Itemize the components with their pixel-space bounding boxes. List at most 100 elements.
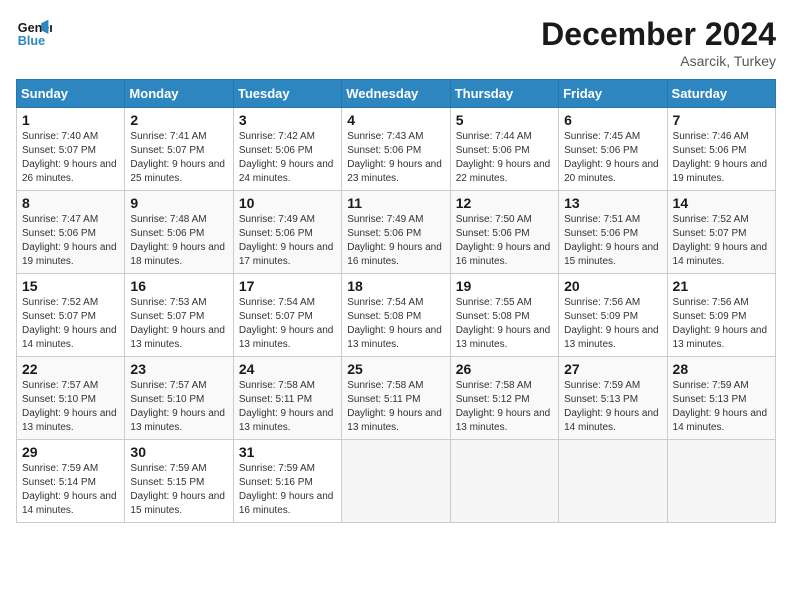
day-info: Sunrise: 7:59 AM Sunset: 5:16 PM Dayligh… bbox=[239, 462, 336, 518]
location: Asarcik, Turkey bbox=[541, 53, 776, 69]
sunset-label: Sunset: 5:12 PM bbox=[456, 394, 530, 405]
day-info: Sunrise: 7:50 AM Sunset: 5:06 PM Dayligh… bbox=[456, 213, 553, 269]
day-number: 17 bbox=[239, 278, 336, 294]
day-number: 2 bbox=[130, 112, 227, 128]
sunrise-label: Sunrise: 7:59 AM bbox=[130, 463, 206, 474]
sunrise-label: Sunrise: 7:58 AM bbox=[456, 380, 532, 391]
title-area: December 2024 Asarcik, Turkey bbox=[541, 16, 776, 69]
sunrise-label: Sunrise: 7:58 AM bbox=[239, 380, 315, 391]
sunset-label: Sunset: 5:08 PM bbox=[456, 311, 530, 322]
daylight-label: Daylight: 9 hours and 19 minutes. bbox=[22, 242, 117, 267]
day-number: 26 bbox=[456, 361, 553, 377]
calendar-cell: 6 Sunrise: 7:45 AM Sunset: 5:06 PM Dayli… bbox=[559, 108, 667, 191]
calendar-table: SundayMondayTuesdayWednesdayThursdayFrid… bbox=[16, 79, 776, 523]
calendar-cell: 21 Sunrise: 7:56 AM Sunset: 5:09 PM Dayl… bbox=[667, 274, 775, 357]
day-info: Sunrise: 7:54 AM Sunset: 5:07 PM Dayligh… bbox=[239, 296, 336, 352]
sunset-label: Sunset: 5:06 PM bbox=[130, 228, 204, 239]
day-number: 29 bbox=[22, 444, 119, 460]
sunrise-label: Sunrise: 7:43 AM bbox=[347, 131, 423, 142]
daylight-label: Daylight: 9 hours and 14 minutes. bbox=[22, 491, 117, 516]
calendar-cell: 2 Sunrise: 7:41 AM Sunset: 5:07 PM Dayli… bbox=[125, 108, 233, 191]
daylight-label: Daylight: 9 hours and 13 minutes. bbox=[456, 325, 551, 350]
weekday-header: Tuesday bbox=[233, 80, 341, 108]
day-number: 22 bbox=[22, 361, 119, 377]
weekday-header: Friday bbox=[559, 80, 667, 108]
calendar-cell: 29 Sunrise: 7:59 AM Sunset: 5:14 PM Dayl… bbox=[17, 440, 125, 523]
calendar-cell: 1 Sunrise: 7:40 AM Sunset: 5:07 PM Dayli… bbox=[17, 108, 125, 191]
day-number: 10 bbox=[239, 195, 336, 211]
calendar-cell: 28 Sunrise: 7:59 AM Sunset: 5:13 PM Dayl… bbox=[667, 357, 775, 440]
calendar-cell: 30 Sunrise: 7:59 AM Sunset: 5:15 PM Dayl… bbox=[125, 440, 233, 523]
sunset-label: Sunset: 5:11 PM bbox=[347, 394, 420, 405]
day-number: 28 bbox=[673, 361, 770, 377]
sunrise-label: Sunrise: 7:46 AM bbox=[673, 131, 749, 142]
weekday-header: Sunday bbox=[17, 80, 125, 108]
sunrise-label: Sunrise: 7:42 AM bbox=[239, 131, 315, 142]
sunrise-label: Sunrise: 7:56 AM bbox=[564, 297, 640, 308]
calendar-header-row: SundayMondayTuesdayWednesdayThursdayFrid… bbox=[17, 80, 776, 108]
day-number: 14 bbox=[673, 195, 770, 211]
day-info: Sunrise: 7:56 AM Sunset: 5:09 PM Dayligh… bbox=[564, 296, 661, 352]
day-info: Sunrise: 7:58 AM Sunset: 5:11 PM Dayligh… bbox=[239, 379, 336, 435]
sunrise-label: Sunrise: 7:51 AM bbox=[564, 214, 640, 225]
sunset-label: Sunset: 5:10 PM bbox=[22, 394, 96, 405]
day-number: 30 bbox=[130, 444, 227, 460]
day-number: 15 bbox=[22, 278, 119, 294]
day-info: Sunrise: 7:40 AM Sunset: 5:07 PM Dayligh… bbox=[22, 130, 119, 186]
daylight-label: Daylight: 9 hours and 13 minutes. bbox=[130, 408, 225, 433]
sunset-label: Sunset: 5:10 PM bbox=[130, 394, 204, 405]
calendar-cell bbox=[559, 440, 667, 523]
sunset-label: Sunset: 5:13 PM bbox=[564, 394, 638, 405]
sunset-label: Sunset: 5:06 PM bbox=[673, 145, 747, 156]
calendar-cell: 10 Sunrise: 7:49 AM Sunset: 5:06 PM Dayl… bbox=[233, 191, 341, 274]
calendar-cell: 11 Sunrise: 7:49 AM Sunset: 5:06 PM Dayl… bbox=[342, 191, 450, 274]
calendar-cell: 22 Sunrise: 7:57 AM Sunset: 5:10 PM Dayl… bbox=[17, 357, 125, 440]
weekday-header: Thursday bbox=[450, 80, 558, 108]
day-info: Sunrise: 7:51 AM Sunset: 5:06 PM Dayligh… bbox=[564, 213, 661, 269]
day-number: 8 bbox=[22, 195, 119, 211]
daylight-label: Daylight: 9 hours and 26 minutes. bbox=[22, 159, 117, 184]
day-info: Sunrise: 7:42 AM Sunset: 5:06 PM Dayligh… bbox=[239, 130, 336, 186]
day-number: 4 bbox=[347, 112, 444, 128]
calendar-cell: 14 Sunrise: 7:52 AM Sunset: 5:07 PM Dayl… bbox=[667, 191, 775, 274]
day-number: 12 bbox=[456, 195, 553, 211]
calendar-cell: 15 Sunrise: 7:52 AM Sunset: 5:07 PM Dayl… bbox=[17, 274, 125, 357]
day-info: Sunrise: 7:59 AM Sunset: 5:15 PM Dayligh… bbox=[130, 462, 227, 518]
calendar-cell: 4 Sunrise: 7:43 AM Sunset: 5:06 PM Dayli… bbox=[342, 108, 450, 191]
sunset-label: Sunset: 5:09 PM bbox=[673, 311, 747, 322]
calendar-cell: 16 Sunrise: 7:53 AM Sunset: 5:07 PM Dayl… bbox=[125, 274, 233, 357]
day-info: Sunrise: 7:48 AM Sunset: 5:06 PM Dayligh… bbox=[130, 213, 227, 269]
sunrise-label: Sunrise: 7:53 AM bbox=[130, 297, 206, 308]
svg-text:Blue: Blue bbox=[18, 34, 45, 48]
daylight-label: Daylight: 9 hours and 13 minutes. bbox=[347, 408, 442, 433]
sunrise-label: Sunrise: 7:50 AM bbox=[456, 214, 532, 225]
daylight-label: Daylight: 9 hours and 13 minutes. bbox=[673, 325, 768, 350]
day-number: 24 bbox=[239, 361, 336, 377]
day-number: 16 bbox=[130, 278, 227, 294]
calendar-cell: 19 Sunrise: 7:55 AM Sunset: 5:08 PM Dayl… bbox=[450, 274, 558, 357]
daylight-label: Daylight: 9 hours and 14 minutes. bbox=[673, 408, 768, 433]
day-number: 11 bbox=[347, 195, 444, 211]
day-info: Sunrise: 7:56 AM Sunset: 5:09 PM Dayligh… bbox=[673, 296, 770, 352]
daylight-label: Daylight: 9 hours and 13 minutes. bbox=[347, 325, 442, 350]
calendar-cell bbox=[342, 440, 450, 523]
day-number: 25 bbox=[347, 361, 444, 377]
calendar-cell: 17 Sunrise: 7:54 AM Sunset: 5:07 PM Dayl… bbox=[233, 274, 341, 357]
daylight-label: Daylight: 9 hours and 13 minutes. bbox=[22, 408, 117, 433]
sunset-label: Sunset: 5:06 PM bbox=[347, 145, 421, 156]
sunrise-label: Sunrise: 7:45 AM bbox=[564, 131, 640, 142]
sunrise-label: Sunrise: 7:59 AM bbox=[239, 463, 315, 474]
calendar-cell bbox=[667, 440, 775, 523]
sunrise-label: Sunrise: 7:54 AM bbox=[239, 297, 315, 308]
calendar-cell: 31 Sunrise: 7:59 AM Sunset: 5:16 PM Dayl… bbox=[233, 440, 341, 523]
logo: General Blue bbox=[16, 16, 52, 52]
day-info: Sunrise: 7:57 AM Sunset: 5:10 PM Dayligh… bbox=[22, 379, 119, 435]
daylight-label: Daylight: 9 hours and 20 minutes. bbox=[564, 159, 659, 184]
weekday-header: Wednesday bbox=[342, 80, 450, 108]
day-info: Sunrise: 7:58 AM Sunset: 5:12 PM Dayligh… bbox=[456, 379, 553, 435]
sunrise-label: Sunrise: 7:55 AM bbox=[456, 297, 532, 308]
calendar-cell: 26 Sunrise: 7:58 AM Sunset: 5:12 PM Dayl… bbox=[450, 357, 558, 440]
sunset-label: Sunset: 5:07 PM bbox=[22, 311, 96, 322]
calendar-cell: 27 Sunrise: 7:59 AM Sunset: 5:13 PM Dayl… bbox=[559, 357, 667, 440]
sunrise-label: Sunrise: 7:49 AM bbox=[347, 214, 423, 225]
